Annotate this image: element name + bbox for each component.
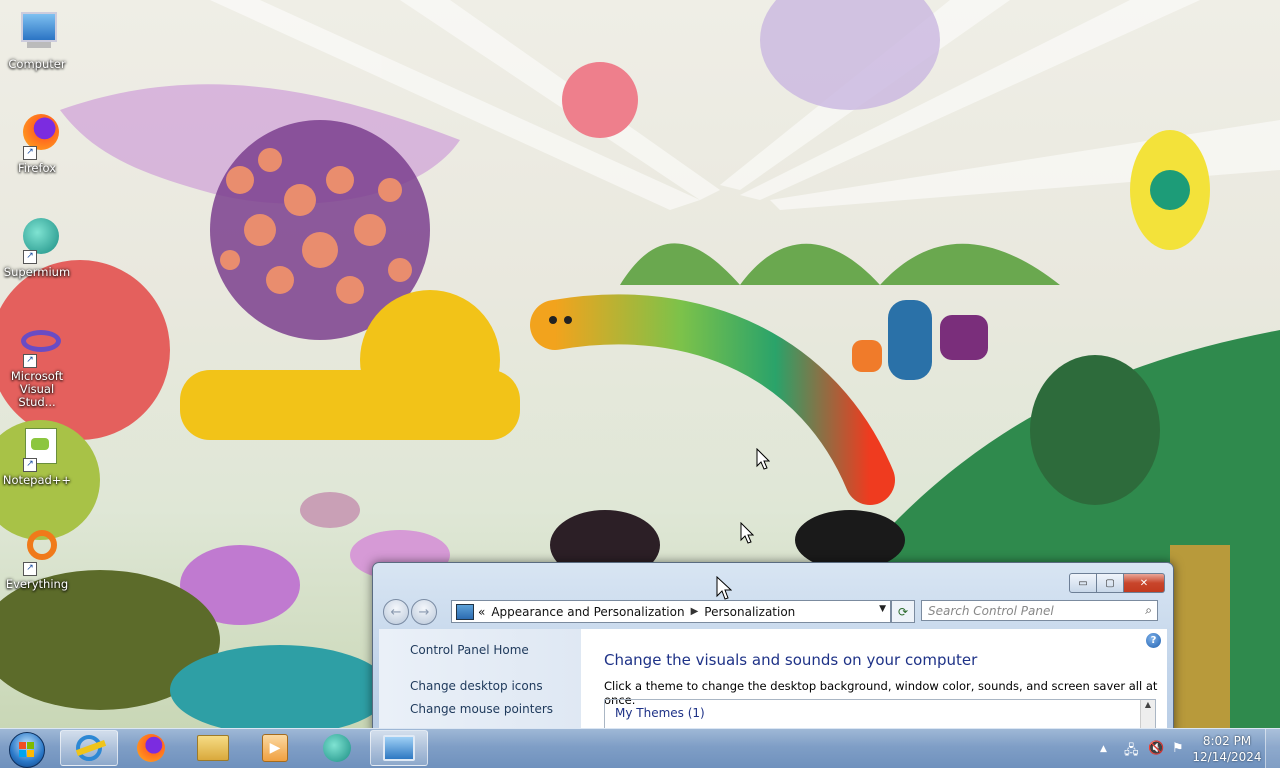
visual-studio-icon: ↗	[13, 320, 61, 368]
forward-button[interactable]: →	[411, 599, 437, 625]
everything-icon: ↗	[13, 528, 61, 576]
file-explorer-icon	[197, 735, 229, 761]
start-button[interactable]	[4, 730, 50, 768]
taskbar: ▶ ▲ 🖧 🔇 ⚑ 8:02 PM 12/14/2024	[0, 728, 1280, 769]
breadcrumb-appearance[interactable]: Appearance and Personalization	[491, 605, 684, 619]
clock-date: 12/14/2024	[1192, 750, 1262, 764]
shortcut-arrow-icon: ↗	[23, 354, 37, 368]
action-center-flag-icon[interactable]: ⚑	[1172, 741, 1184, 756]
computer-icon	[13, 8, 61, 56]
search-control-panel-input[interactable]: Search Control Panel ⌕	[921, 600, 1158, 621]
help-button[interactable]: ?	[1146, 633, 1161, 648]
back-arrow-icon: ←	[390, 604, 402, 620]
show-desktop-button[interactable]	[1265, 729, 1280, 769]
forward-arrow-icon: →	[418, 604, 430, 620]
desktop-icon-computer[interactable]: Computer	[2, 8, 72, 71]
mouse-cursor-icon	[740, 522, 754, 544]
task-pane: Control Panel Home Change desktop icons …	[379, 629, 581, 728]
scroll-up-icon[interactable]: ▲	[1141, 700, 1155, 709]
desktop-icon-visual-studio[interactable]: ↗ Microsoft Visual Stud...	[2, 320, 72, 409]
taskbar-file-explorer[interactable]	[184, 730, 242, 766]
taskbar-control-panel[interactable]	[370, 730, 428, 766]
my-themes-group-label: My Themes (1)	[615, 706, 705, 720]
address-bar[interactable]: « Appearance and Personalization ▶ Perso…	[451, 600, 891, 623]
desktop-icon-label: Firefox	[17, 161, 57, 175]
themes-list[interactable]: My Themes (1) ▲	[604, 699, 1156, 728]
search-icon[interactable]: ⌕	[1145, 603, 1152, 618]
control-panel-icon	[383, 735, 415, 761]
desktop-icon-label: Everything	[5, 577, 69, 591]
breadcrumb-personalization[interactable]: Personalization	[704, 605, 795, 619]
desktop: Computer ↗ Firefox ↗ Supermium ↗ Microso…	[0, 0, 1280, 728]
windows-logo-icon	[9, 732, 45, 768]
page-title: Change the visuals and sounds on your co…	[604, 651, 978, 669]
breadcrumb-separator-icon[interactable]: ▶	[691, 606, 699, 617]
control-panel-icon	[456, 603, 474, 620]
shortcut-arrow-icon: ↗	[23, 458, 37, 472]
shortcut-arrow-icon: ↗	[23, 250, 37, 264]
mouse-cursor-icon	[716, 576, 732, 600]
supermium-icon	[323, 734, 351, 762]
desktop-icon-notepadpp[interactable]: ↗ Notepad++	[2, 424, 72, 487]
refresh-icon: ⟳	[897, 604, 909, 619]
notepadpp-icon: ↗	[13, 424, 61, 472]
change-desktop-icons-link[interactable]: Change desktop icons	[410, 679, 543, 693]
supermium-icon: ↗	[13, 216, 61, 264]
shortcut-arrow-icon: ↗	[23, 146, 37, 160]
desktop-icon-label: Computer	[8, 57, 66, 71]
search-placeholder: Search Control Panel	[928, 603, 1054, 618]
refresh-button[interactable]: ⟳	[891, 600, 915, 623]
firefox-icon	[137, 734, 165, 762]
taskbar-firefox[interactable]	[122, 730, 180, 766]
control-panel-home-link[interactable]: Control Panel Home	[410, 643, 529, 657]
navigation-bar: ← → « Appearance and Personalization ▶ P…	[381, 599, 1165, 625]
taskbar-internet-explorer[interactable]	[60, 730, 118, 766]
mouse-cursor-icon	[756, 448, 770, 470]
network-icon[interactable]: 🖧	[1124, 741, 1139, 763]
back-button[interactable]: ←	[383, 599, 409, 625]
minimize-button[interactable]: ▭	[1069, 573, 1097, 593]
volume-muted-icon[interactable]: 🔇	[1148, 741, 1164, 756]
themes-scrollbar[interactable]: ▲	[1140, 700, 1155, 728]
window-controls: ▭ ▢ ✕	[1069, 573, 1165, 593]
control-panel-window[interactable]: ▭ ▢ ✕ ← → « Appearance and Personalizati…	[372, 562, 1174, 728]
clock[interactable]: 8:02 PM 12/14/2024	[1192, 733, 1262, 765]
address-dropdown-icon[interactable]: ▼	[879, 604, 886, 614]
system-tray: ▲ 🖧 🔇 ⚑ 8:02 PM 12/14/2024	[1090, 729, 1280, 769]
taskbar-supermium[interactable]	[308, 730, 366, 766]
internet-explorer-icon	[75, 735, 107, 761]
desktop-icon-label: Notepad++	[2, 473, 72, 487]
taskbar-media-player[interactable]: ▶	[246, 730, 304, 766]
media-player-icon: ▶	[262, 734, 288, 762]
main-panel: ? Change the visuals and sounds on your …	[581, 629, 1167, 728]
desktop-icon-supermium[interactable]: ↗ Supermium	[2, 216, 72, 279]
desktop-icon-label: Microsoft Visual Stud...	[10, 369, 64, 409]
shortcut-arrow-icon: ↗	[23, 562, 37, 576]
maximize-button[interactable]: ▢	[1097, 573, 1124, 593]
desktop-icon-firefox[interactable]: ↗ Firefox	[2, 112, 72, 175]
desktop-icon-label: Supermium	[3, 265, 71, 279]
window-content: Control Panel Home Change desktop icons …	[379, 629, 1167, 728]
close-button[interactable]: ✕	[1124, 573, 1165, 593]
clock-time: 8:02 PM	[1202, 734, 1252, 748]
change-mouse-pointers-link[interactable]: Change mouse pointers	[410, 702, 553, 716]
desktop-icon-everything[interactable]: ↗ Everything	[2, 528, 72, 591]
breadcrumb-overflow[interactable]: «	[478, 605, 485, 619]
firefox-icon: ↗	[13, 112, 61, 160]
show-hidden-icons-icon[interactable]: ▲	[1100, 744, 1107, 754]
